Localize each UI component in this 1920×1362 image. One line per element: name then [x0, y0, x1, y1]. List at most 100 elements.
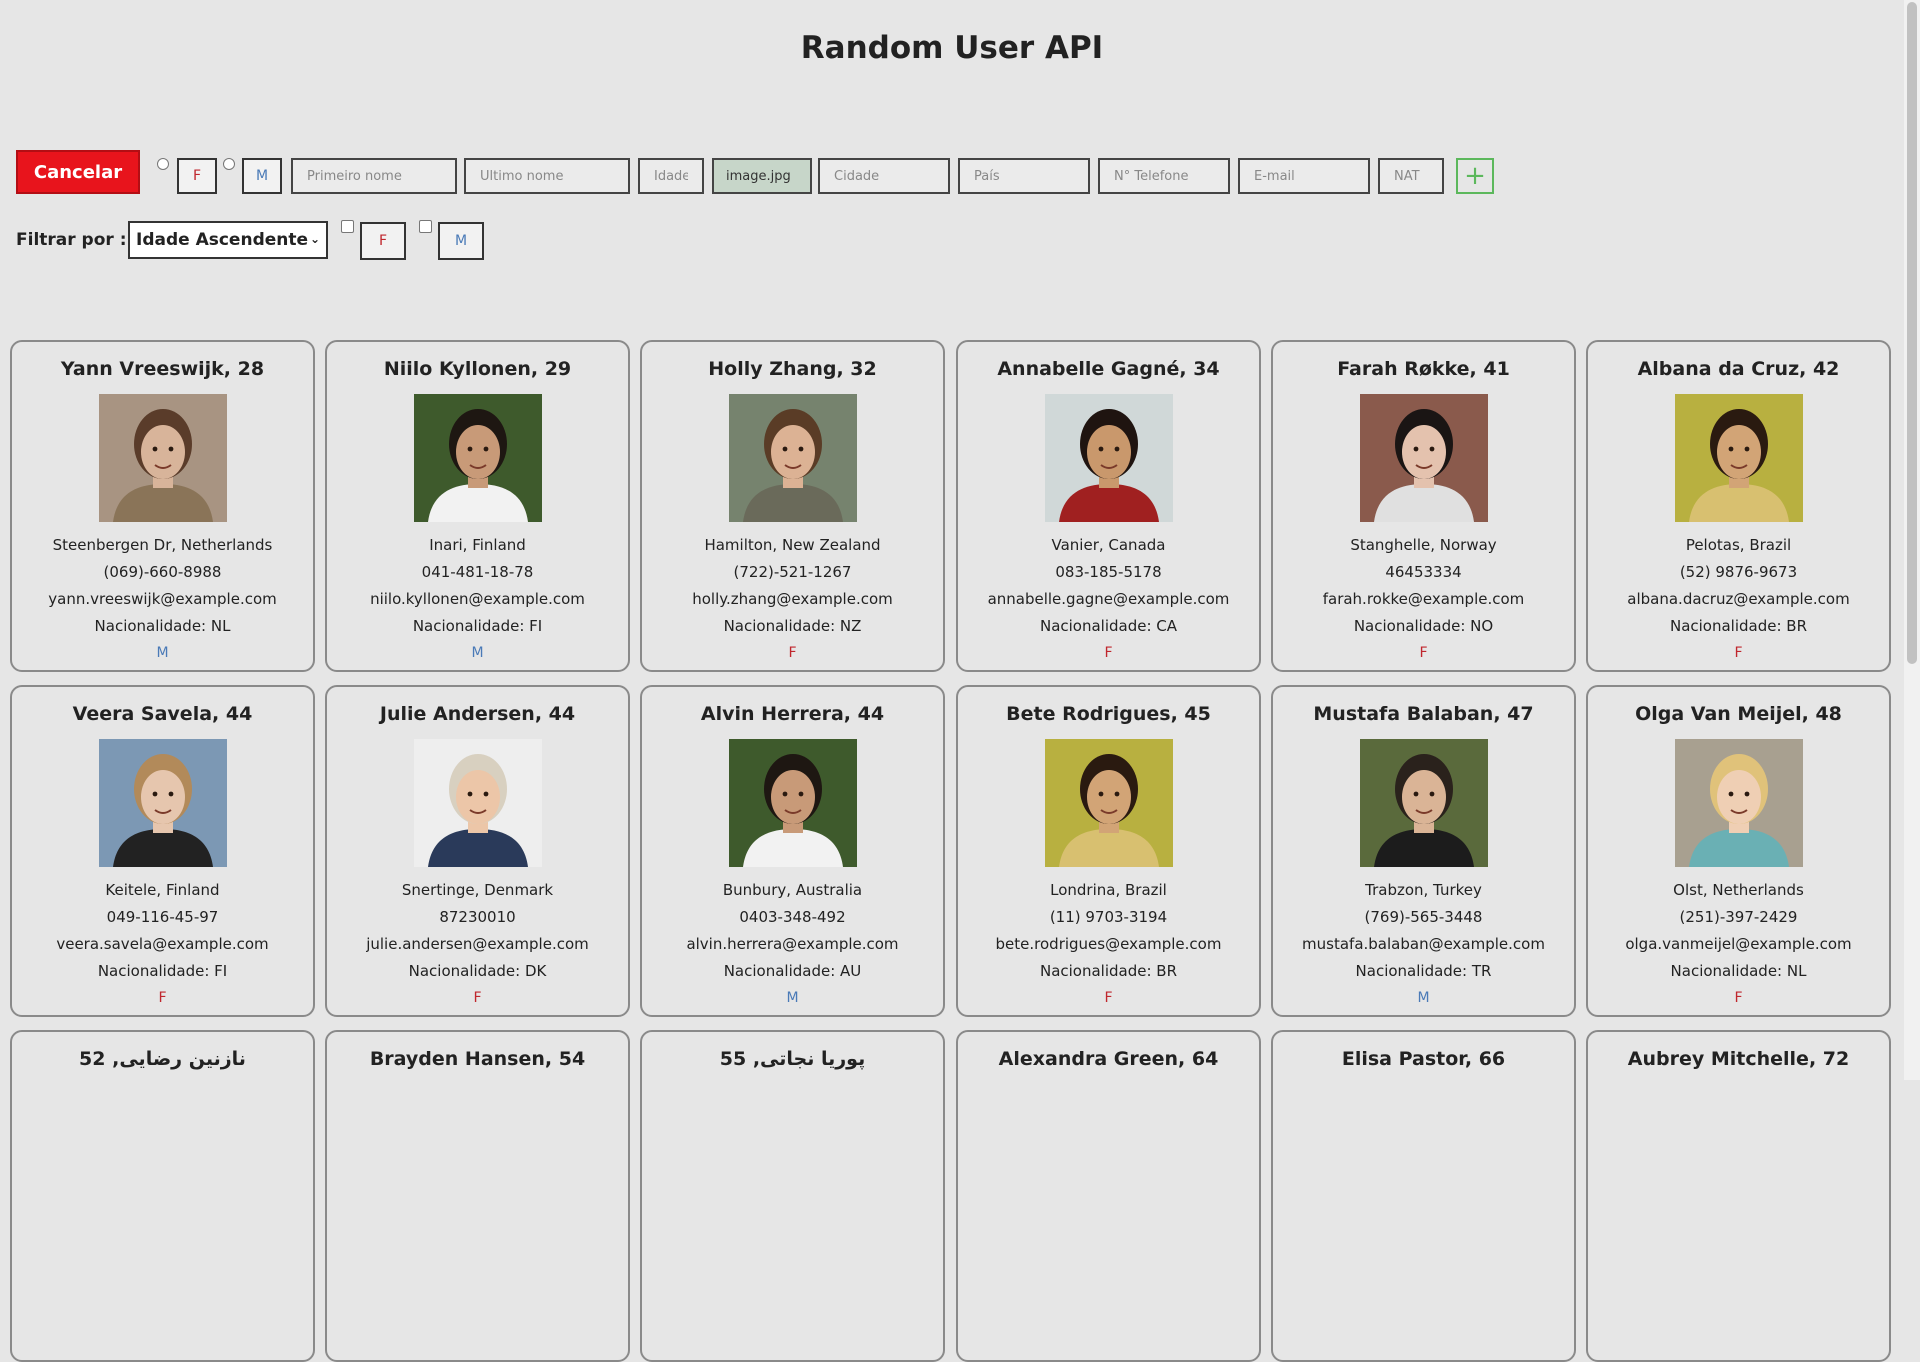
user-nationality: Nacionalidade: NL [94, 617, 231, 635]
scrollbar[interactable] [1904, 0, 1920, 1080]
user-email: mustafa.balaban@example.com [1302, 935, 1545, 953]
sort-select[interactable]: Idade Ascendente ⌄ [128, 221, 328, 259]
user-card: Alvin Herrera, 44 Bunbury, Australia 0403-… [640, 685, 945, 1017]
add-user-button[interactable]: + [1456, 158, 1494, 194]
phone-input[interactable] [1098, 158, 1230, 194]
avatar [1359, 394, 1488, 522]
user-gender: F [473, 990, 482, 1006]
user-name: Veera Savela, 44 [72, 703, 253, 725]
user-nationality: Nacionalidade: NZ [723, 617, 862, 635]
user-card: Bete Rodrigues, 45 Londrina, Brazil (11) 9… [956, 685, 1261, 1017]
user-email: annabelle.gagne@example.com [987, 590, 1230, 608]
user-nationality: Nacionalidade: FI [97, 962, 228, 980]
user-card: Olga Van Meijel, 48 Olst, Netherlands (251… [1586, 685, 1891, 1017]
user-nationality: Nacionalidade: FI [412, 617, 543, 635]
user-location: Snertinge, Denmark [401, 881, 554, 899]
user-name: Mustafa Balaban, 47 [1313, 703, 1534, 725]
avatar [1044, 394, 1173, 522]
user-phone: (769)-565-3448 [1364, 908, 1483, 926]
gender-f-radio[interactable] [157, 158, 169, 170]
user-gender: F [1104, 990, 1113, 1006]
user-email: olga.vanmeijel@example.com [1625, 935, 1852, 953]
user-nationality: Nacionalidade: NO [1353, 617, 1494, 635]
user-gender: F [1419, 645, 1428, 661]
user-card: Farah Røkke, 41 Stanghelle, Norway 4645333… [1271, 340, 1576, 672]
user-name: Niilo Kyllonen, 29 [383, 358, 572, 380]
country-input[interactable] [958, 158, 1090, 194]
last-name-input[interactable] [464, 158, 630, 194]
user-name: Holly Zhang, 32 [708, 358, 877, 380]
user-name: نازنین رضایی, 52 [79, 1048, 246, 1070]
avatar [728, 739, 857, 867]
user-email: niilo.kyllonen@example.com [370, 590, 585, 608]
email-input[interactable] [1238, 158, 1370, 194]
user-card: Veera Savela, 44 Keitele, Finland 049-116-… [10, 685, 315, 1017]
user-phone: (722)-521-1267 [733, 563, 852, 581]
user-gender: F [1734, 990, 1743, 1006]
avatar [1674, 394, 1803, 522]
cancel-button[interactable]: Cancelar [16, 150, 140, 194]
gender-f-label[interactable]: F [177, 158, 217, 194]
user-email: yann.vreeswijk@example.com [48, 590, 277, 608]
gender-m-label[interactable]: M [242, 158, 282, 194]
filter-f-label[interactable]: F [360, 222, 406, 260]
user-gender: F [788, 645, 797, 661]
user-email: bete.rodrigues@example.com [995, 935, 1222, 953]
user-phone: 041-481-18-78 [421, 563, 534, 581]
filter-m-label[interactable]: M [438, 222, 484, 260]
user-email: alvin.herrera@example.com [686, 935, 899, 953]
user-phone: (52) 9876-9673 [1679, 563, 1798, 581]
user-card: Yann Vreeswijk, 28 Steenbergen Dr, Nether… [10, 340, 315, 672]
avatar [98, 394, 227, 522]
user-location: Bunbury, Australia [722, 881, 863, 899]
avatar [413, 394, 542, 522]
user-gender: F [1734, 645, 1743, 661]
avatar [1359, 739, 1488, 867]
user-nationality: Nacionalidade: CA [1039, 617, 1178, 635]
user-card: Holly Zhang, 32 Hamilton, New Zealand (722… [640, 340, 945, 672]
user-nationality: Nacionalidade: AU [723, 962, 862, 980]
filter-label: Filtrar por : [16, 230, 127, 250]
age-input[interactable] [638, 158, 704, 194]
user-phone: (251)-397-2429 [1679, 908, 1798, 926]
city-input[interactable] [818, 158, 950, 194]
user-card: Niilo Kyllonen, 29 Inari, Finland 041-481-… [325, 340, 630, 672]
user-nationality: Nacionalidade: NL [1670, 962, 1807, 980]
user-phone: 87230010 [439, 908, 516, 926]
scroll-thumb[interactable] [1907, 2, 1917, 664]
user-name: Annabelle Gagné, 34 [997, 358, 1220, 380]
avatar [728, 394, 857, 522]
user-location: Keitele, Finland [105, 881, 220, 899]
image-file-input[interactable]: image.jpg [712, 158, 812, 194]
user-name: Elisa Pastor, 66 [1341, 1048, 1506, 1070]
user-name: Brayden Hansen, 54 [369, 1048, 586, 1070]
avatar [1674, 739, 1803, 867]
user-phone: (069)-660-8988 [103, 563, 222, 581]
filter-row: Filtrar por : Idade Ascendente ⌄ F M [16, 218, 536, 260]
user-nationality: Nacionalidade: BR [1669, 617, 1808, 635]
user-gender: M [156, 645, 169, 661]
user-name: Albana da Cruz, 42 [1637, 358, 1840, 380]
avatar [1044, 739, 1173, 867]
user-name: Alvin Herrera, 44 [700, 703, 885, 725]
user-nationality: Nacionalidade: TR [1355, 962, 1492, 980]
user-gender: M [1417, 990, 1430, 1006]
sort-select-value: Idade Ascendente [136, 230, 309, 250]
page-title: Random User API [800, 30, 1104, 66]
user-location: Trabzon, Turkey [1365, 881, 1482, 899]
user-email: julie.andersen@example.com [366, 935, 589, 953]
user-location: Londrina, Brazil [1050, 881, 1167, 899]
filter-m-checkbox[interactable] [419, 220, 432, 233]
user-phone: 049-116-45-97 [106, 908, 219, 926]
first-name-input[interactable] [291, 158, 457, 194]
user-card: Julie Andersen, 44 Snertinge, Denmark 8723… [325, 685, 630, 1017]
chevron-down-icon: ⌄ [309, 232, 320, 246]
user-phone: 0403-348-492 [739, 908, 846, 926]
nat-input[interactable] [1378, 158, 1444, 194]
user-email: veera.savela@example.com [56, 935, 269, 953]
gender-m-radio[interactable] [223, 158, 235, 170]
user-location: Inari, Finland [429, 536, 526, 554]
user-name: Julie Andersen, 44 [379, 703, 576, 725]
user-card: Annabelle Gagné, 34 Vanier, Canada 083-185… [956, 340, 1261, 672]
filter-f-checkbox[interactable] [341, 220, 354, 233]
